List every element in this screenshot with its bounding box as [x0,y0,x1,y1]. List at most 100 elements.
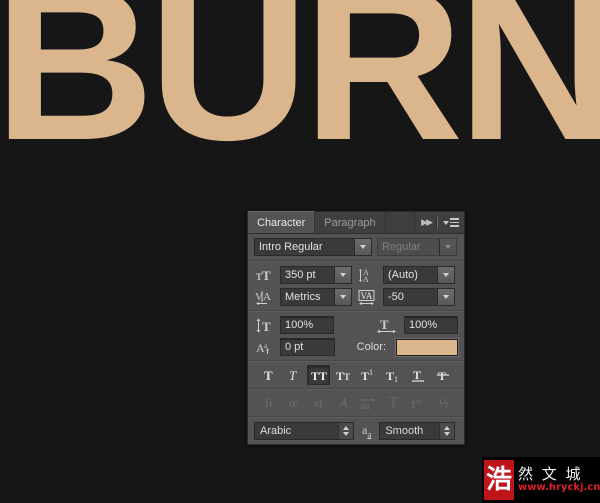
font-family-dropdown-arrow[interactable] [354,239,371,255]
scale-row: T 100% T 100% [248,312,464,338]
watermark-seal: 浩 [484,460,515,500]
watermark-url: www.hryckj.cn [518,482,600,494]
titling-alternates-button[interactable]: 𝕋 [382,393,405,413]
watermark: 浩 然 文 城 www.hryckj.cn [482,457,600,503]
oldstyle-button[interactable]: aa [357,393,380,413]
header-divider [436,216,438,229]
kerning-tracking-row: V A Metrics VA -50 [248,288,464,310]
character-panel: Character Paragraph ▶▶ Intro Regular Reg… [247,211,465,445]
svg-text:T: T [262,268,271,282]
faux-italic-button[interactable]: T [282,365,305,385]
swash-button[interactable]: A [332,393,355,413]
underline-button[interactable]: T [407,365,430,385]
kerning-icon: V A [254,290,275,305]
strikethrough-button[interactable]: T [432,365,455,385]
svg-text:T: T [361,369,369,383]
tracking-combo[interactable]: -50 [383,288,455,306]
anti-alias-icon: aa [362,422,372,440]
baseline-shift-icon: A a [254,340,275,355]
svg-text:st: st [416,397,422,406]
faux-bold-button[interactable]: T [257,365,280,385]
tracking-icon: VA [357,289,378,305]
discretionary-ligatures-button[interactable]: st [307,393,330,413]
font-size-combo[interactable]: 350 pt [280,266,352,284]
baseline-shift-field[interactable]: 0 pt [280,338,335,356]
superscript-button[interactable]: T1 [357,365,380,385]
font-style-combo[interactable]: Regular [377,238,457,256]
all-caps-button[interactable]: TT [307,365,330,385]
text-color-swatch[interactable] [396,338,458,356]
svg-text:T: T [413,368,421,382]
watermark-text-block: 然 文 城 www.hryckj.cn [518,466,600,495]
vertical-scale-field[interactable]: 100% [280,316,334,334]
leading-icon: A A [357,268,378,283]
leading-combo[interactable]: (Auto) [383,266,455,284]
kerning-dropdown-arrow[interactable] [334,289,351,305]
font-style-value: Regular [382,241,421,253]
anti-alias-stepper-arrows[interactable] [439,423,455,439]
tabstrip-spacer [386,212,416,233]
font-size-dropdown-arrow[interactable] [334,267,351,283]
size-leading-row: T T 350 pt A A (Auto) [248,262,464,288]
watermark-chinese-text: 然 文 城 [518,464,583,483]
horizontal-scale-value: 100% [409,319,438,331]
leading-value: (Auto) [388,269,418,281]
svg-text:T: T [438,369,446,383]
ordinals-button[interactable]: 1st [407,393,430,413]
svg-text:T: T [264,368,273,383]
svg-text:1: 1 [394,375,398,383]
svg-text:T: T [344,372,350,382]
svg-text:A: A [263,291,271,303]
font-row: Intro Regular Regular [248,234,464,260]
language-stepper-arrows[interactable] [338,423,353,439]
leading-dropdown-arrow[interactable] [437,267,454,283]
vertical-scale-value: 100% [285,319,314,331]
font-family-combo[interactable]: Intro Regular [254,238,372,256]
tab-paragraph-label: Paragraph [324,216,376,229]
svg-text:T: T [380,318,389,332]
svg-text:aa: aa [360,400,370,411]
font-size-value: 350 pt [285,269,316,281]
panel-header-icons: ▶▶ [415,212,464,233]
tab-character[interactable]: Character [248,211,316,233]
svg-text:1: 1 [369,368,373,377]
language-antialias-row: Arabic aa Smooth [248,418,464,444]
tab-paragraph[interactable]: Paragraph [315,212,386,233]
vertical-scale-icon: T [254,318,275,333]
color-label: Color: [356,341,386,353]
svg-text:VA: VA [361,291,373,301]
subscript-button[interactable]: T1 [382,365,405,385]
small-caps-button[interactable]: TT [332,365,355,385]
tracking-dropdown-arrow[interactable] [437,289,454,305]
kerning-combo[interactable]: Metrics [280,288,352,306]
style-buttons-row: T T TT TT T1 T1 T T [248,362,464,388]
tab-character-label: Character [257,216,306,229]
opentype-buttons-row: fi œ st A aa 𝕋 1st ½ [248,390,464,416]
language-value: Arabic [260,425,292,437]
font-family-value: Intro Regular [259,241,323,253]
kerning-value: Metrics [285,291,321,303]
svg-text:T: T [386,369,394,383]
svg-text:T: T [289,368,297,383]
panel-tabstrip: Character Paragraph ▶▶ [248,211,464,234]
fractions-button[interactable]: ½ [432,393,455,413]
standard-ligatures-button[interactable]: fi [257,393,280,413]
tracking-value: -50 [388,291,404,303]
panel-menu-icon[interactable] [443,218,459,227]
svg-text:T: T [262,319,271,333]
svg-text:A: A [363,275,369,283]
contextual-alternates-button[interactable]: œ [282,393,305,413]
language-stepper[interactable]: Arabic [254,422,354,440]
artwork-text: BURN [0,0,600,186]
horizontal-scale-icon: T [375,318,399,333]
horizontal-scale-field[interactable]: 100% [404,316,458,334]
baseline-color-row: A a 0 pt Color: [248,338,464,360]
svg-text:T: T [336,369,344,383]
double-chevron-right-icon[interactable]: ▶▶ [421,218,433,227]
font-size-icon: T T [254,268,275,282]
svg-text:TT: TT [311,369,327,383]
anti-alias-value: Smooth [385,425,424,437]
baseline-shift-value: 0 pt [285,341,304,353]
font-style-dropdown-arrow[interactable] [439,239,456,255]
anti-alias-stepper[interactable]: Smooth [379,422,456,440]
